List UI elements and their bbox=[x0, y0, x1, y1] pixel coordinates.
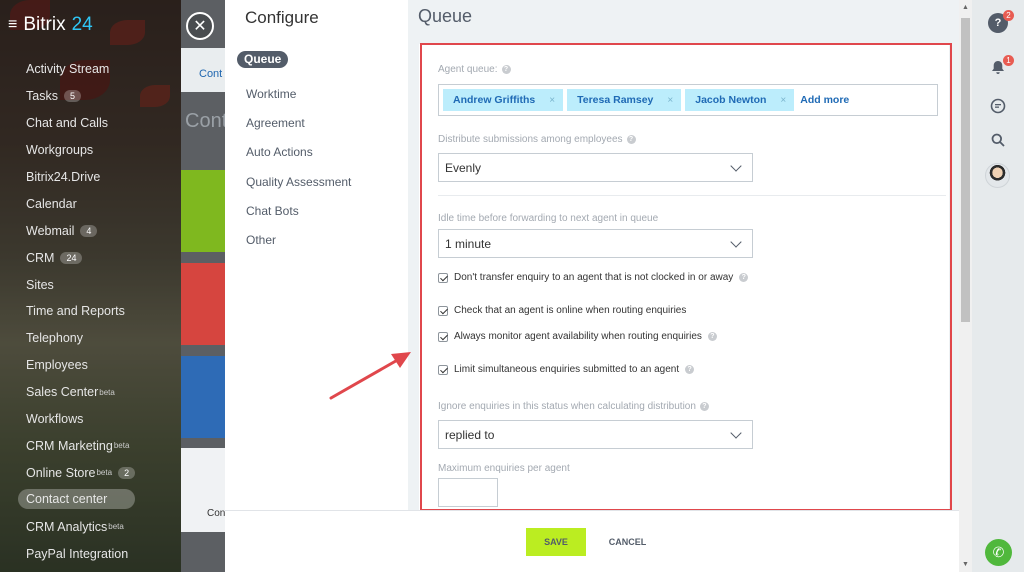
sidebar-item-label: Workgroups bbox=[26, 143, 94, 158]
menu-icon[interactable]: ≡ bbox=[8, 16, 17, 34]
background-tab: Cont bbox=[181, 48, 225, 92]
sidebar-item-crm[interactable]: CRM 24 bbox=[26, 244, 135, 271]
sidebar-item-label: CRM Analytics bbox=[26, 519, 108, 534]
background-tile bbox=[181, 263, 225, 345]
search-icon[interactable] bbox=[988, 130, 1008, 150]
sidebar-nav: Activity Stream Tasks 5 Chat and Calls Workg… bbox=[18, 56, 136, 567]
sidebar-item-sites[interactable]: Sites bbox=[26, 271, 135, 298]
beta-label: beta bbox=[108, 522, 124, 532]
background-title: Cont bbox=[185, 110, 225, 132]
background-footer: Con bbox=[181, 448, 225, 532]
right-rail: ? 2 1 ✆ bbox=[972, 0, 1024, 572]
sidebar-item-calendar[interactable]: Calendar bbox=[26, 190, 135, 217]
notifications-badge: 1 bbox=[1003, 55, 1014, 66]
sidebar-item-label: Online Store bbox=[26, 465, 96, 480]
close-icon: ✕ bbox=[193, 18, 207, 35]
avatar[interactable] bbox=[985, 163, 1010, 188]
scroll-up-icon[interactable]: ▲ bbox=[962, 4, 969, 11]
scroll-down-icon[interactable]: ▼ bbox=[962, 561, 969, 568]
save-button[interactable]: SAVE bbox=[526, 528, 586, 556]
sidebar-item-label: Employees bbox=[26, 358, 88, 373]
sidebar-item-workgroups[interactable]: Workgroups bbox=[26, 137, 135, 164]
sidebar-item-tasks[interactable]: Tasks 5 bbox=[26, 83, 135, 110]
help-badge: 2 bbox=[1003, 10, 1014, 21]
scrollbar-thumb[interactable] bbox=[961, 18, 970, 322]
bitrix-logo[interactable]: ≡ Bitrix 24 bbox=[8, 14, 93, 36]
beta-label: beta bbox=[96, 468, 113, 478]
sidebar-item-bitrix24-drive[interactable]: Bitrix24.Drive bbox=[26, 164, 135, 191]
sidebar-item-time-and-reports[interactable]: Time and Reports bbox=[26, 298, 135, 325]
sidebar-item-label: Telephony bbox=[26, 331, 83, 346]
sidebar-item-workflows[interactable]: Workflows bbox=[26, 406, 135, 433]
sidebar-item-label: CRM bbox=[26, 250, 55, 265]
vertical-scrollbar[interactable]: ▲ ▼ bbox=[959, 0, 972, 572]
sidebar-item-label: Time and Reports bbox=[26, 304, 125, 319]
sidebar-item-label: Chat and Calls bbox=[26, 116, 108, 131]
annotation-arrow bbox=[329, 352, 411, 400]
sidebar-item-label: Bitrix24.Drive bbox=[26, 170, 101, 184]
sidebar-item-label: PayPal Integration bbox=[26, 546, 129, 561]
sidebar-item-label: Contact center bbox=[26, 492, 108, 507]
phone-icon: ✆ bbox=[992, 544, 1005, 560]
sidebar-item-telephony[interactable]: Telephony bbox=[26, 325, 135, 352]
sidebar-item-label: Calendar bbox=[26, 196, 77, 211]
background-tile bbox=[181, 356, 225, 438]
footer-bar: SAVE CANCEL bbox=[225, 510, 972, 572]
sidebar-item-label: Activity Stream bbox=[26, 62, 110, 77]
beta-label: beta bbox=[113, 441, 130, 451]
sidebar-item-paypal-integration[interactable]: PayPal Integration bbox=[26, 540, 135, 567]
sidebar-item-label: Sales Center bbox=[26, 385, 99, 400]
cancel-button[interactable]: CANCEL bbox=[609, 528, 647, 556]
beta-label: beta bbox=[99, 387, 115, 397]
sidebar-item-crm-marketing[interactable]: CRM Marketing beta bbox=[26, 432, 135, 459]
sidebar-item-activity-stream[interactable]: Activity Stream bbox=[26, 56, 135, 83]
sidebar-item-employees[interactable]: Employees bbox=[26, 352, 135, 379]
background-page: Cont Cont Con bbox=[181, 0, 225, 572]
configure-panel: Configure Queue Worktime Agreement Auto Act… bbox=[225, 0, 972, 572]
counter-badge: 24 bbox=[60, 251, 83, 264]
sidebar-item-chat-and-calls[interactable]: Chat and Calls bbox=[26, 110, 135, 137]
sidebar-item-label: Workflows bbox=[26, 412, 84, 427]
sidebar-item-webmail[interactable]: Webmail 4 bbox=[26, 217, 135, 244]
sidebar-item-label: Webmail bbox=[26, 223, 75, 238]
sidebar-item-label: Tasks bbox=[26, 89, 58, 104]
sidebar-item-contact-center[interactable]: Contact center bbox=[18, 489, 136, 510]
sidebar-item-online-store[interactable]: Online Store beta 2 bbox=[26, 459, 136, 486]
chat-icon[interactable] bbox=[988, 96, 1008, 116]
brand-number: 24 bbox=[71, 14, 93, 35]
sidebar-item-label: CRM Marketing bbox=[26, 438, 113, 453]
close-slider-button[interactable]: ✕ bbox=[186, 12, 214, 40]
background-tile bbox=[181, 170, 225, 252]
sidebar-item-crm-analytics[interactable]: CRM Analytics beta bbox=[26, 513, 135, 540]
brand-name: Bitrix bbox=[23, 14, 66, 35]
counter-badge: 4 bbox=[80, 224, 98, 237]
counter-badge: 2 bbox=[118, 466, 136, 479]
counter-badge: 5 bbox=[63, 90, 81, 103]
sidebar-item-label: Sites bbox=[26, 277, 54, 292]
phone-call-button[interactable]: ✆ bbox=[985, 539, 1012, 566]
sidebar-item-sales-center[interactable]: Sales Center beta bbox=[26, 379, 135, 406]
